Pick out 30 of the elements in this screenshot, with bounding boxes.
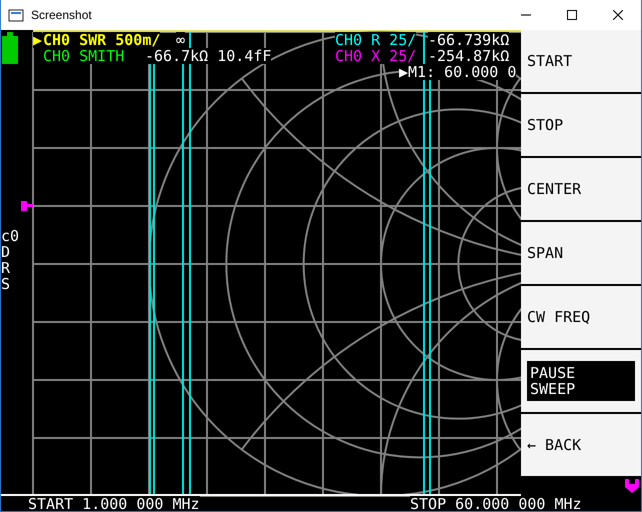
marker-icon — [625, 479, 639, 493]
trace-value: -66.739kΩ — [428, 32, 510, 48]
trace-label[interactable]: CH0 R 25/ — [335, 32, 416, 48]
status-text: c0 — [1, 228, 20, 244]
menu-button[interactable]: CW FREQ — [521, 286, 641, 348]
reference-marker-icon — [21, 201, 33, 211]
trace-value: -254.87kΩ — [428, 48, 510, 64]
battery-icon — [2, 32, 18, 64]
stop-frequency: STOP 60.000 000 MHz — [410, 496, 582, 511]
menu-button[interactable]: CENTER — [521, 158, 641, 220]
active-trace-marker: ▶ — [33, 32, 42, 48]
window-title: Screenshot — [31, 8, 92, 22]
start-frequency: START 1.000 000 MHz — [28, 496, 200, 511]
menu-button[interactable]: SPAN — [521, 222, 641, 284]
close-icon — [613, 10, 623, 20]
status-text: S — [1, 276, 12, 292]
menu-button[interactable]: STOP — [521, 94, 641, 156]
trace-value: ∞ — [176, 32, 186, 48]
trace-value: -66.7kΩ 10.4fF — [145, 48, 272, 64]
menu-button[interactable]: START — [521, 30, 641, 92]
app-icon — [8, 7, 24, 23]
menu-button[interactable]: PAUSE SWEEP — [521, 350, 641, 412]
trace-label[interactable]: CH0 X 25/ — [335, 48, 416, 64]
trace-label[interactable]: CH0 SWR 500m/ — [43, 32, 160, 48]
status-text: R — [1, 260, 12, 276]
trace-label[interactable]: CH0 SMITH — [43, 48, 124, 64]
marker-readout: ▶M1: 60.000 0 — [399, 64, 516, 80]
menu-button[interactable]: ← BACK — [521, 414, 641, 476]
status-text: D — [1, 244, 12, 260]
maximize-icon — [567, 10, 577, 20]
